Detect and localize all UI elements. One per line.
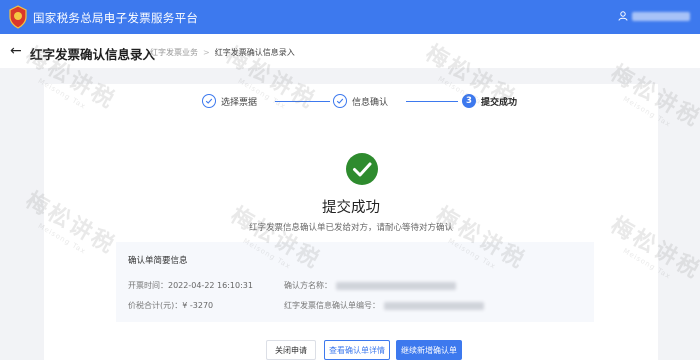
confirm-party-value-redacted <box>336 281 456 290</box>
check-icon <box>333 94 347 108</box>
summary-panel: 确认单简要信息 开票时间： 2022-04-22 16:10:31 确认方名称：… <box>116 242 594 322</box>
add-new-confirmation-button[interactable]: 继续新增确认单 <box>396 340 462 360</box>
issue-time-value: 2022-04-22 16:10:31 <box>168 281 253 290</box>
view-detail-button[interactable]: 查看确认单详情 <box>324 340 390 360</box>
breadcrumb-separator-icon: > <box>203 48 210 57</box>
summary-title: 确认单简要信息 <box>128 256 188 266</box>
progress-steps: 选择票据 信息确认 3 提交成功 <box>202 94 562 114</box>
issue-time-label: 开票时间： <box>128 281 168 290</box>
top-bar: 国家税务总局电子发票服务平台 <box>0 0 700 34</box>
user-menu[interactable] <box>618 11 690 21</box>
main-card: 选择票据 信息确认 3 提交成功 提交成功 红字发票信息确认单已发给对方，请耐心… <box>44 84 658 360</box>
user-icon <box>618 11 628 21</box>
breadcrumb-item-red-invoice[interactable]: 红字发票业务 <box>150 47 198 58</box>
confirm-number-label: 红字发票信息确认单编号： <box>284 301 380 310</box>
check-circle-icon <box>346 153 378 185</box>
user-name-redacted <box>632 11 690 21</box>
check-icon <box>202 94 216 108</box>
step-label: 提交成功 <box>481 97 518 108</box>
step-confirm-info: 信息确认 <box>333 94 388 108</box>
step-select-invoice: 选择票据 <box>202 94 257 108</box>
total-amount-field: 价税合计(元)： ¥ -3270 <box>128 300 213 311</box>
step-label: 选择票据 <box>221 97 258 108</box>
confirm-party-field: 确认方名称： <box>284 280 456 291</box>
app-title: 国家税务总局电子发票服务平台 <box>33 11 199 25</box>
back-arrow-icon[interactable]: ← <box>10 44 22 58</box>
success-title: 提交成功 <box>322 200 380 216</box>
step-submit-success: 3 提交成功 <box>462 94 517 108</box>
total-amount-value: ¥ -3270 <box>182 301 214 310</box>
issue-time-field: 开票时间： 2022-04-22 16:10:31 <box>128 280 253 291</box>
confirm-party-label: 确认方名称： <box>284 281 332 290</box>
step-number-badge: 3 <box>462 94 476 108</box>
step-connector <box>275 100 330 102</box>
close-application-button[interactable]: 关闭申请 <box>266 340 316 360</box>
confirm-number-value-redacted <box>384 301 484 310</box>
page-header: ← 红字发票确认信息录入 红字发票业务 > 红字发票确认信息录入 <box>0 34 700 68</box>
breadcrumb-item-current: 红字发票确认信息录入 <box>214 48 295 57</box>
step-connector <box>406 100 458 102</box>
page-title: 红字发票确认信息录入 <box>30 47 156 62</box>
breadcrumb: 红字发票业务 > 红字发票确认信息录入 <box>150 47 295 58</box>
step-label: 信息确认 <box>352 97 389 108</box>
success-description: 红字发票信息确认单已发给对方，请耐心等待对方确认 <box>248 223 453 233</box>
confirm-number-field: 红字发票信息确认单编号： <box>284 300 484 311</box>
total-amount-label: 价税合计(元)： <box>128 301 183 310</box>
tax-emblem-icon <box>9 5 27 29</box>
